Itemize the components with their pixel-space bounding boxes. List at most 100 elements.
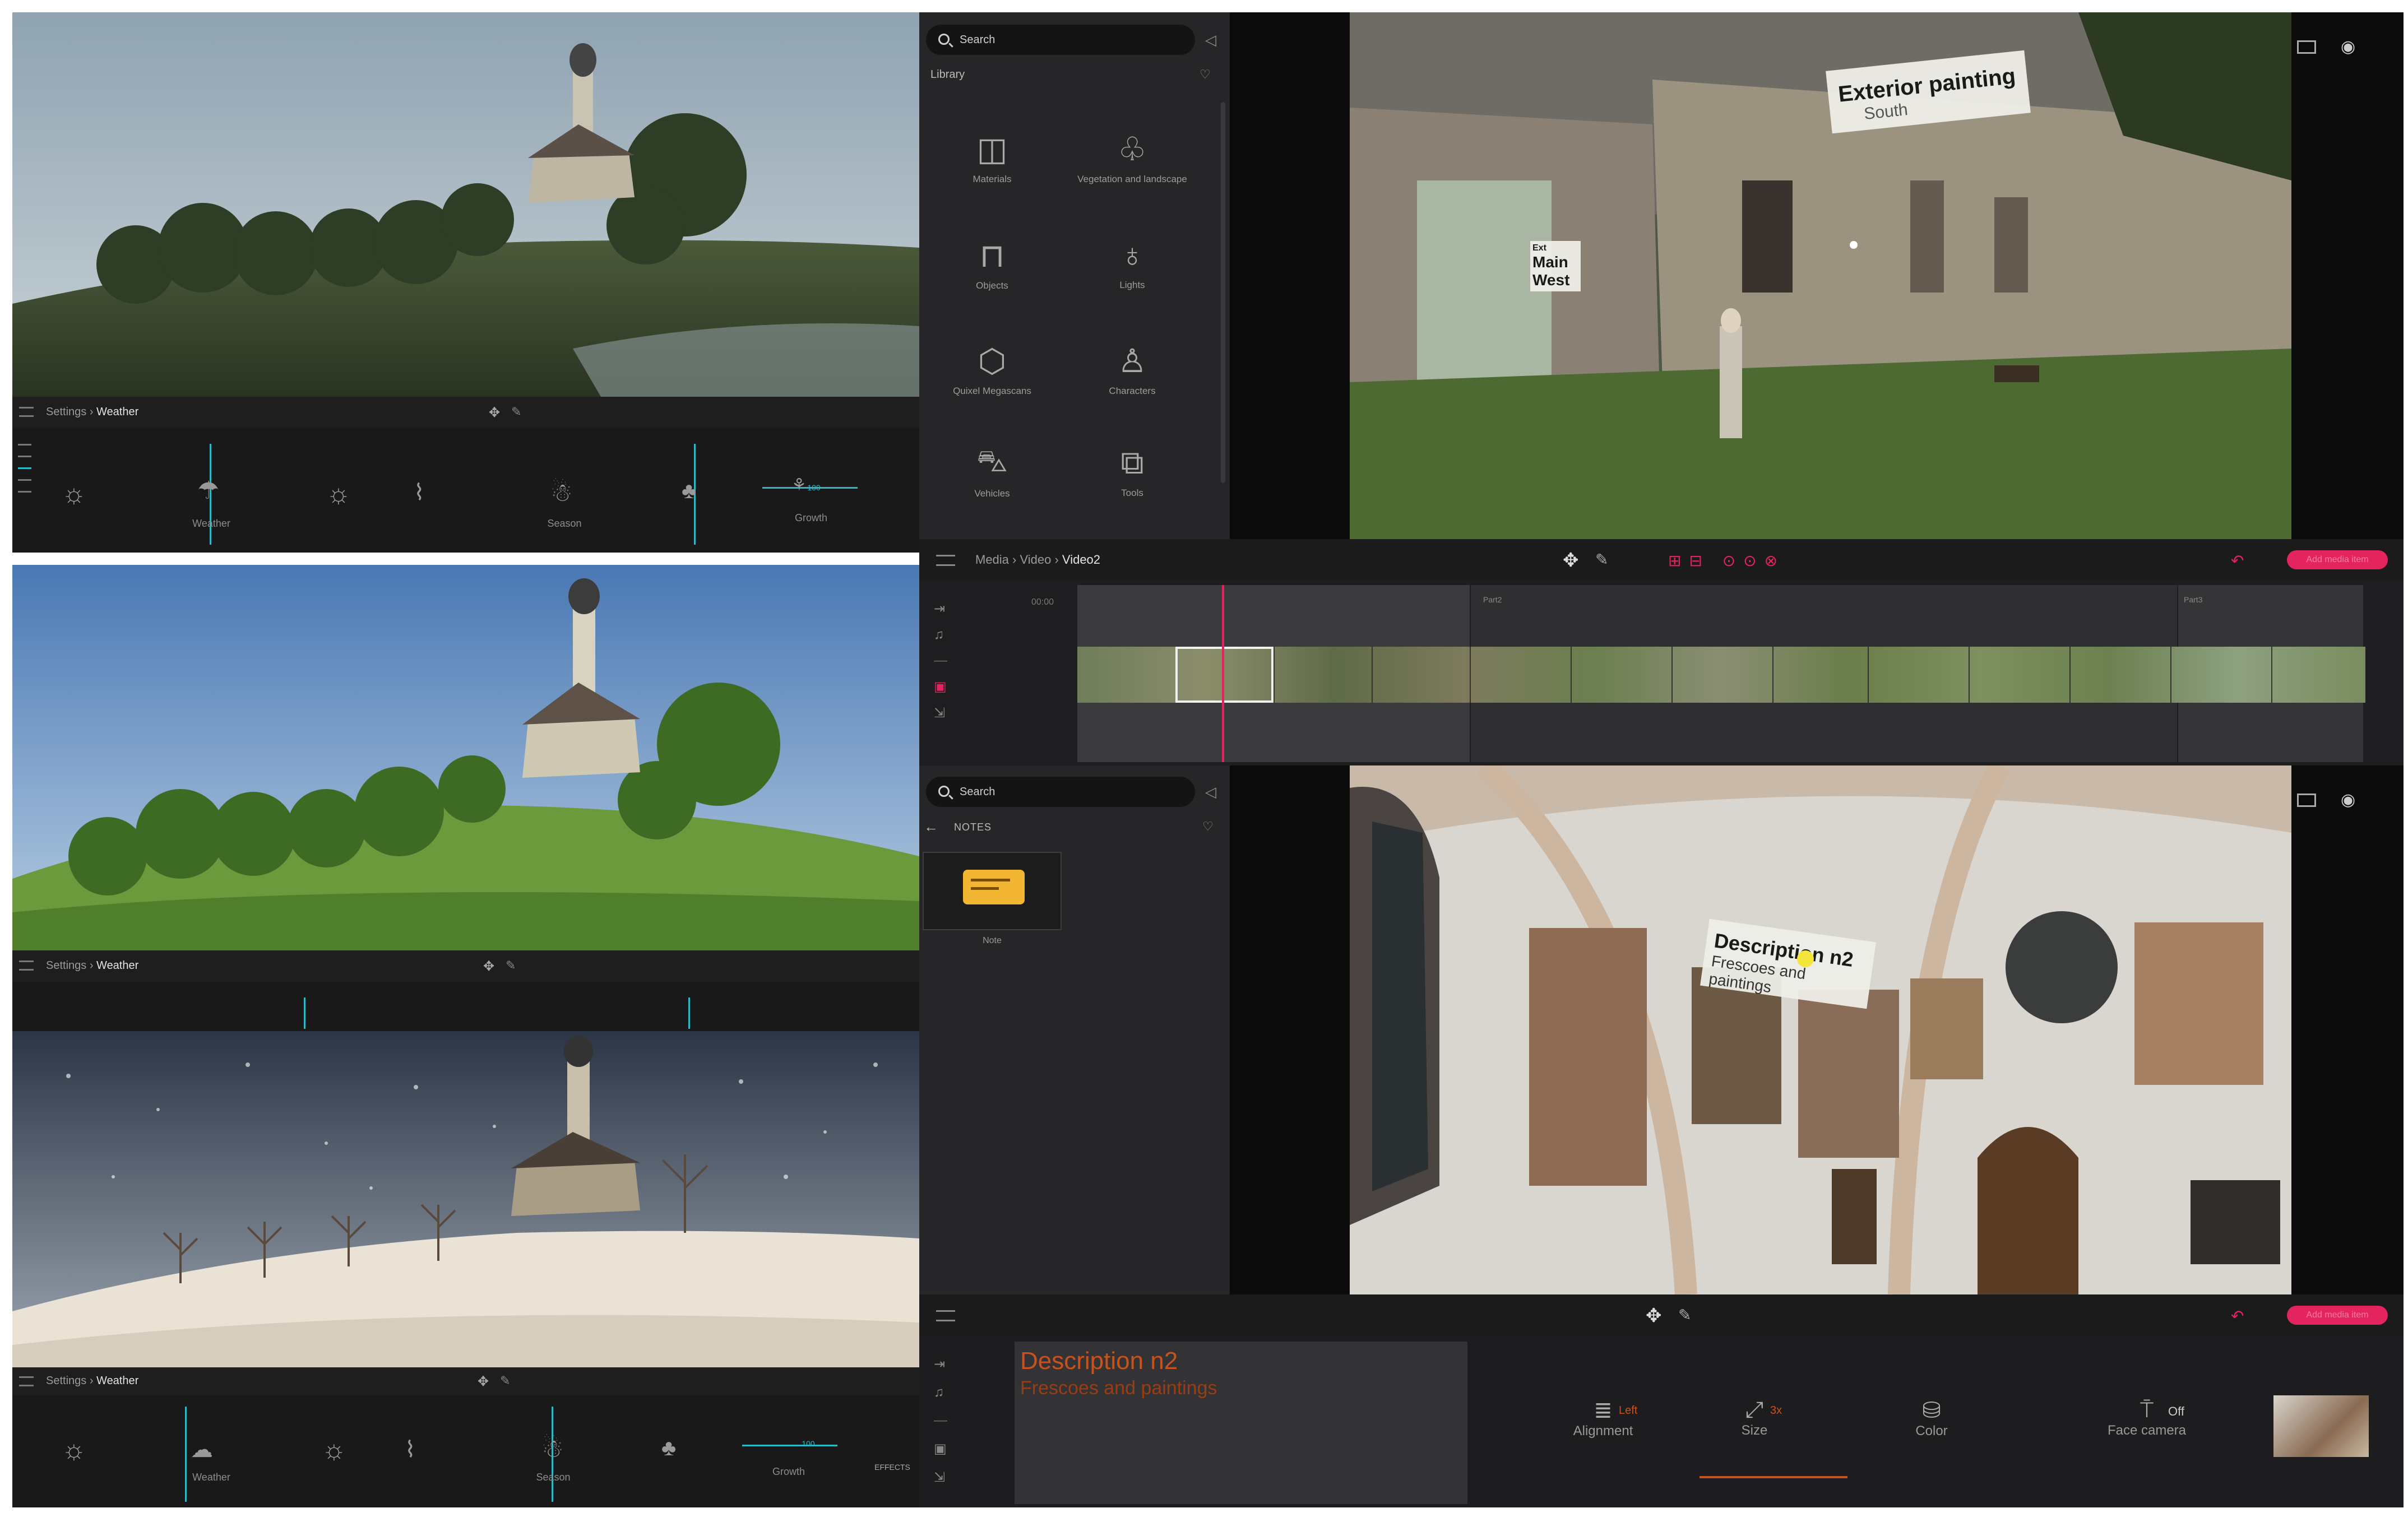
pencil-icon[interactable]: ✎ (506, 958, 516, 973)
undo-icon[interactable]: ↶ (2231, 1307, 2244, 1325)
library-item-objects[interactable]: ⊓Objects (919, 236, 1065, 291)
add-media-button[interactable]: Add media item (2287, 550, 2388, 569)
sun-icon-2[interactable]: ☼ (326, 479, 351, 509)
viewport-side-bar: ◉ (2291, 12, 2404, 539)
breadcrumb-parent[interactable]: Settings (46, 406, 86, 418)
audio-icon[interactable]: ♫ (934, 1385, 956, 1400)
move-icon[interactable]: ✥ (1646, 1305, 1662, 1327)
notes-search-input[interactable]: Search (926, 777, 1195, 807)
breadcrumb-video[interactable]: Video (1020, 553, 1051, 567)
slider-line[interactable] (304, 997, 305, 1029)
weather-slider-line[interactable] (185, 1407, 187, 1502)
alignment-control[interactable]: ≣ Left Alignment (1553, 1398, 1654, 1439)
scrollbar[interactable] (1221, 102, 1225, 483)
eye-icon[interactable]: ◉ (2341, 790, 2355, 810)
library-search-input[interactable]: Search (926, 25, 1195, 55)
playhead[interactable] (1222, 585, 1224, 762)
pencil-icon[interactable]: ✎ (500, 1373, 510, 1388)
breadcrumb-current: Weather (96, 959, 138, 972)
library-item-vegetation[interactable]: ♧Vegetation and landscape (1059, 130, 1205, 185)
dash-icon[interactable]: ― (934, 653, 956, 669)
library-item-characters[interactable]: ♙Characters (1059, 342, 1205, 397)
move-icon[interactable]: ✥ (489, 405, 500, 421)
umbrella-icon[interactable]: ☂ (197, 476, 219, 505)
callout-anchor[interactable] (1850, 241, 1858, 249)
collapse-icon[interactable]: ◁ (1205, 31, 1216, 49)
snowman-icon[interactable]: ☃ (550, 479, 572, 507)
library-item-materials[interactable]: ◫Materials (919, 130, 1065, 185)
frame-icon[interactable] (2297, 794, 2316, 807)
indent-icon[interactable]: ⇥ (934, 1356, 956, 1372)
back-arrow-icon[interactable]: ← (924, 818, 938, 836)
breadcrumb-parent[interactable]: Settings (46, 1375, 86, 1387)
palm-icon[interactable]: ⌇ (414, 480, 425, 505)
callout-anchor-highlight[interactable] (1797, 950, 1814, 967)
scene-overcast-viewport[interactable] (12, 12, 919, 397)
scene-3-top-bar: Settings › Weather ✥ ✎ (12, 1367, 919, 1395)
heart-icon[interactable]: ♡ (1202, 819, 1214, 834)
add-media-button[interactable]: Add media item (2287, 1306, 2388, 1325)
audio-icon[interactable]: ♫ (934, 627, 956, 643)
church-exterior-viewport[interactable] (1350, 12, 2291, 539)
screenshot-collage: Settings › Weather ✥ ✎ ☼ ☂ Weather ☼ ⌇ ☃… (0, 0, 2408, 1522)
menu-icon[interactable] (936, 1310, 955, 1321)
face-camera-control[interactable]: ⍑ Off Face camera (2085, 1398, 2208, 1439)
camera-track-icon[interactable]: ▣ (934, 1441, 956, 1457)
note-callout-main[interactable]: Ext Main West (1530, 241, 1581, 291)
effects-label[interactable]: EFFECTS (864, 1463, 920, 1472)
snowman-icon[interactable]: ☃ (541, 1435, 563, 1463)
pencil-icon[interactable]: ✎ (1678, 1306, 1691, 1324)
note-item-label: Note (964, 936, 1020, 946)
note-thumbnail[interactable] (2273, 1395, 2369, 1457)
menu-icon[interactable] (19, 407, 34, 417)
slider-line[interactable] (688, 997, 690, 1029)
thumbnail-strip[interactable] (1077, 647, 2365, 703)
library-item-tools[interactable]: ⧉Tools (1059, 444, 1205, 499)
camera-track-icon[interactable]: ▣ (934, 679, 956, 695)
church-interior-viewport[interactable] (1350, 765, 2291, 1294)
pencil-icon[interactable]: ✎ (1595, 550, 1608, 569)
breadcrumb-parent[interactable]: Settings (46, 959, 86, 972)
exit-icon[interactable]: ⇲ (934, 1469, 956, 1486)
move-icon[interactable]: ✥ (478, 1373, 489, 1390)
menu-icon[interactable] (19, 1376, 34, 1386)
collapse-icon[interactable]: ◁ (1205, 783, 1216, 801)
sun-icon-2[interactable]: ☼ (322, 1435, 346, 1465)
scene-winter-viewport[interactable] (12, 1031, 919, 1367)
note-subtitle-input[interactable]: Frescoes and paintings (1015, 1375, 1467, 1399)
note-title-input[interactable]: Description n2 (1015, 1342, 1467, 1375)
note-text-editor[interactable]: Description n2 Frescoes and paintings (1015, 1342, 1467, 1504)
cloud-icon[interactable]: ☁ (191, 1437, 213, 1463)
heart-icon[interactable]: ♡ (1200, 67, 1211, 82)
color-label: Color (1881, 1423, 1982, 1439)
eye-icon[interactable]: ◉ (2341, 37, 2355, 57)
size-selected-underline (1700, 1476, 1847, 1478)
note-item[interactable] (923, 852, 1062, 930)
breadcrumb-media[interactable]: Media (975, 553, 1009, 567)
tree-icon[interactable]: ♣ (661, 1436, 676, 1461)
library-item-lights[interactable]: ♁Lights (1059, 236, 1205, 291)
scene-sunny-viewport[interactable] (12, 565, 919, 950)
sun-icon[interactable]: ☼ (62, 1435, 86, 1465)
library-item-quixel[interactable]: ⬡Quixel Megascans (919, 342, 1065, 397)
alignment-value: Left (1619, 1404, 1637, 1417)
pencil-icon[interactable]: ✎ (511, 405, 521, 419)
move-icon[interactable]: ✥ (483, 958, 494, 975)
frame-icon[interactable] (2297, 40, 2316, 54)
palm-icon[interactable]: ⌇ (405, 1437, 416, 1463)
dash-icon[interactable]: ― (934, 1413, 956, 1428)
menu-icon[interactable] (19, 960, 34, 971)
tree-icon[interactable]: ♣ (682, 479, 696, 504)
move-icon[interactable]: ✥ (1563, 549, 1579, 572)
size-control[interactable]: ⤢ 3x Size (1704, 1398, 1805, 1439)
selected-keyframe[interactable] (1175, 647, 1274, 703)
undo-icon[interactable]: ↶ (2231, 551, 2244, 570)
color-control[interactable]: ⛁ Color (1881, 1398, 1982, 1439)
playback-controls[interactable]: ⊞⊟ ⊙⊙⊗ (1668, 551, 1785, 570)
breadcrumb: Settings › Weather (46, 959, 138, 972)
library-item-vehicles[interactable]: ⛍Vehicles (919, 444, 1065, 499)
indent-icon[interactable]: ⇥ (934, 601, 956, 617)
menu-icon[interactable] (936, 555, 955, 566)
exit-icon[interactable]: ⇲ (934, 705, 956, 721)
sun-icon[interactable]: ☼ (62, 479, 86, 509)
